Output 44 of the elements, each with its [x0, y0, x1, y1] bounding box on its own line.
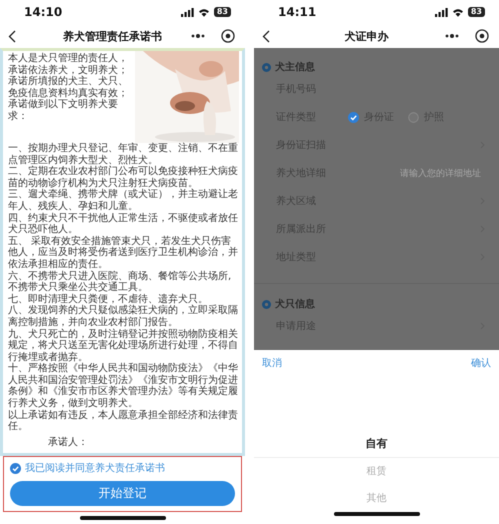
picker-option[interactable]: 其他 — [254, 485, 499, 512]
cancel-button[interactable]: 取消 — [262, 356, 282, 370]
input-field[interactable]: 请输入您的详细地址 — [400, 166, 481, 180]
battery-indicator: 83 — [468, 7, 485, 17]
target-icon[interactable] — [475, 29, 489, 43]
page-title: 犬证申办 — [344, 28, 390, 44]
commitment-paragraph: 八、发现饲养的犬只疑似感染狂犬病的，立即采取隔离控制措施，并向农业农村部门报告。 — [8, 305, 239, 328]
start-button[interactable]: 开始登记 — [10, 481, 235, 506]
section-title: 犬只信息 — [275, 298, 315, 311]
signer-label: 承诺人： — [48, 436, 89, 449]
status-time: 14:11 — [278, 5, 316, 19]
radio-button[interactable] — [408, 112, 419, 122]
radio-button[interactable] — [348, 112, 359, 122]
page-title: 养犬管理责任承诺书 — [62, 28, 163, 44]
section-title: 犬主信息 — [275, 60, 315, 74]
commitment-paragraph: 四、约束犬只不干扰他人正常生活，不驱使或者放任犬只恐吓他人。 — [8, 212, 239, 236]
signal-icon — [434, 8, 448, 16]
status-time: 14:10 — [24, 5, 62, 19]
commitment-paragraph: 六、不携带犬只进入医院、商场、餐馆等公共场所,不携带犬只乘坐公共交通工具。 — [8, 270, 232, 294]
wifi-icon — [198, 8, 210, 16]
wifi-icon — [452, 8, 464, 16]
picker-option[interactable]: 自有 — [254, 430, 499, 458]
commitment-paragraph: 二、定期在农业农村部门公布可以免疫接种狂犬病疫苗的动物诊疗机构为犬只注射狂犬病疫苗。 — [8, 166, 239, 189]
back-icon[interactable] — [262, 30, 270, 42]
battery-indicator: 83 — [214, 7, 231, 17]
target-icon[interactable] — [221, 29, 235, 43]
picker-option[interactable]: 租赁 — [254, 458, 499, 485]
more-icon[interactable] — [191, 34, 205, 38]
back-icon[interactable] — [8, 30, 16, 42]
commitment-paragraph: 以上承诺如有违反，本人愿意承担全部经济和法律责任。 — [8, 410, 239, 433]
section-icon — [262, 300, 271, 308]
commitment-paragraph: 三、遛犬牵绳、携带犬牌（或犬证），并主动避让老年人、残疾人、孕妇和儿童。 — [8, 189, 239, 212]
checkbox[interactable] — [10, 462, 21, 474]
commitment-paragraph: 一、按期办理犬只登记、年审、变更、注销、不在重点管理区内饲养大型犬、烈性犬。 — [8, 143, 239, 166]
more-icon[interactable] — [445, 34, 459, 38]
commitment-paragraph: 九、犬只死亡的，及时注销登记并按照动物防疫相关规定，将犬只送至无害化处理场所进行处理，不得自行掩埋或者抛弃。 — [8, 328, 239, 363]
commitment-paragraph: 七、即时清理犬只粪便，不虐待、遗弃犬只。 — [8, 294, 208, 305]
commitment-paragraph: 五、 采取有效安全措施管束犬只，若发生犬只伤害他人，应当及时将受伤者送到医疗卫生机构诊治，并依法承担相应的责任。 — [8, 236, 239, 270]
section-icon — [262, 62, 271, 72]
commitment-paragraph: 十、严格按照《中华人民共和国动物防疫法》《中华人民共和国治安管理处罚法》《淮安市文明行为促进条例》和《淮安市市区养犬管理办法》等有关规定履行养犬义务，做到文明养犬。 — [8, 363, 239, 410]
confirm-button[interactable]: 确认 — [471, 356, 491, 370]
signal-icon — [180, 8, 194, 16]
commitment-paragraph: 本人是犬只管理的责任人，承诺依法养犬，文明养犬；承诺所填报的犬主、犬只、免疫信息资料均真实有效；承诺做到以下文明养犬要求： — [8, 53, 129, 123]
agreement-label[interactable]: 我已阅读并同意养犬责任承诺书 — [25, 461, 165, 475]
